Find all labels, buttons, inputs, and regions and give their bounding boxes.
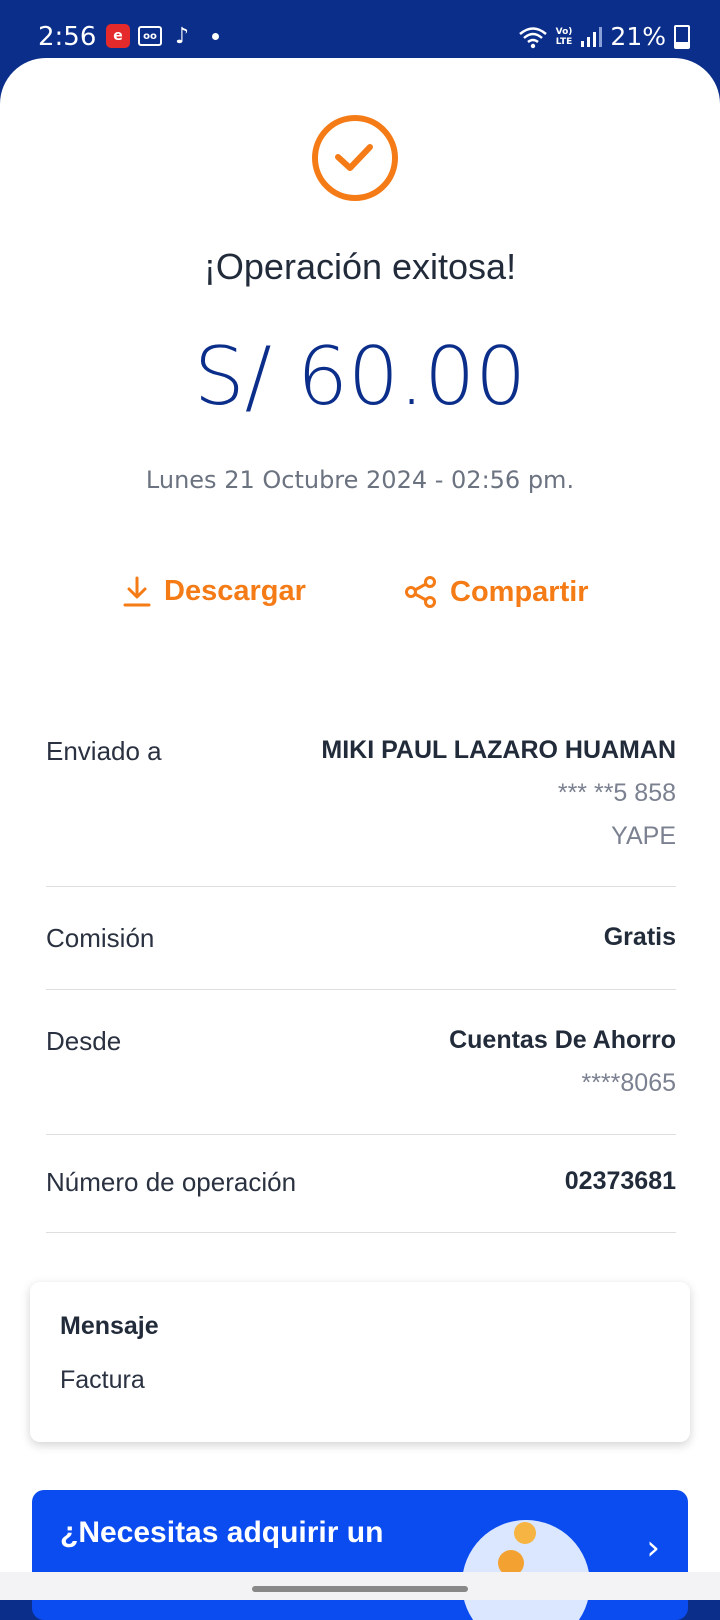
commission-value: Gratis xyxy=(603,923,676,951)
amount: S/ 60.00 xyxy=(193,330,527,423)
voicemail-icon: oo xyxy=(138,26,162,46)
share-button[interactable]: Compartir xyxy=(404,575,589,609)
operation-number-value: 02373681 xyxy=(564,1167,676,1195)
chevron-right-icon: › xyxy=(646,1528,660,1568)
download-button[interactable]: Descargar xyxy=(122,575,306,608)
detail-row-from: Desde Cuentas De Ahorro ****8065 xyxy=(46,1026,676,1135)
download-icon xyxy=(123,576,151,606)
system-icons: Vo) LTE 21% xyxy=(518,22,690,51)
battery-percent: 21% xyxy=(610,22,666,51)
volte-top-label: Vo) xyxy=(555,26,573,37)
notification-icons: e oo ♪ xyxy=(106,23,219,49)
share-icon xyxy=(405,576,436,608)
commission-label: Comisión xyxy=(46,923,155,953)
message-title: Mensaje xyxy=(60,1312,159,1340)
promo-text: ¿Necesitas adquirir un xyxy=(60,1516,384,1549)
detail-row-commission: Comisión Gratis xyxy=(46,923,676,990)
signal-icon xyxy=(581,26,603,47)
e-pro-icon: e xyxy=(106,24,130,48)
status-time: 2:56 xyxy=(38,22,97,52)
operation-number-label: Número de operación xyxy=(46,1167,297,1197)
operation-datetime: Lunes 21 Octubre 2024 - 02:56 pm. xyxy=(145,466,575,494)
message-text: Factura xyxy=(60,1366,145,1394)
sent-to-label: Enviado a xyxy=(46,736,162,766)
from-label: Desde xyxy=(46,1026,122,1056)
share-label: Compartir xyxy=(450,575,589,608)
wifi-icon xyxy=(518,26,547,48)
download-label: Descargar xyxy=(164,575,306,607)
recipient-name: MIKI PAUL LAZARO HUAMAN xyxy=(321,736,676,764)
recipient-app: YAPE xyxy=(611,822,676,850)
recipient-phone: *** **5 858 xyxy=(557,779,676,807)
from-account: Cuentas De Ahorro xyxy=(449,1026,676,1054)
success-title: ¡Operación exitosa! xyxy=(203,246,517,287)
home-gesture-handle[interactable] xyxy=(252,1586,468,1592)
battery-icon xyxy=(674,24,690,49)
promo-illustration xyxy=(462,1520,590,1620)
more-notifications-icon xyxy=(212,32,219,40)
system-navigation-bar xyxy=(0,1572,720,1600)
from-account-number: ****8065 xyxy=(581,1069,676,1097)
volte-icon: Vo) LTE xyxy=(556,27,573,47)
success-check-icon xyxy=(312,115,398,201)
detail-row-sent-to: Enviado a MIKI PAUL LAZARO HUAMAN *** **… xyxy=(46,736,676,887)
message-card: Mensaje Factura xyxy=(30,1282,690,1442)
volte-bottom-label: LTE xyxy=(555,36,573,47)
tiktok-icon: ♪ xyxy=(174,23,190,49)
detail-row-operation-number: Número de operación 02373681 xyxy=(46,1167,676,1233)
promo-banner[interactable]: ¿Necesitas adquirir un › xyxy=(32,1490,688,1620)
coin-icon xyxy=(514,1522,536,1544)
